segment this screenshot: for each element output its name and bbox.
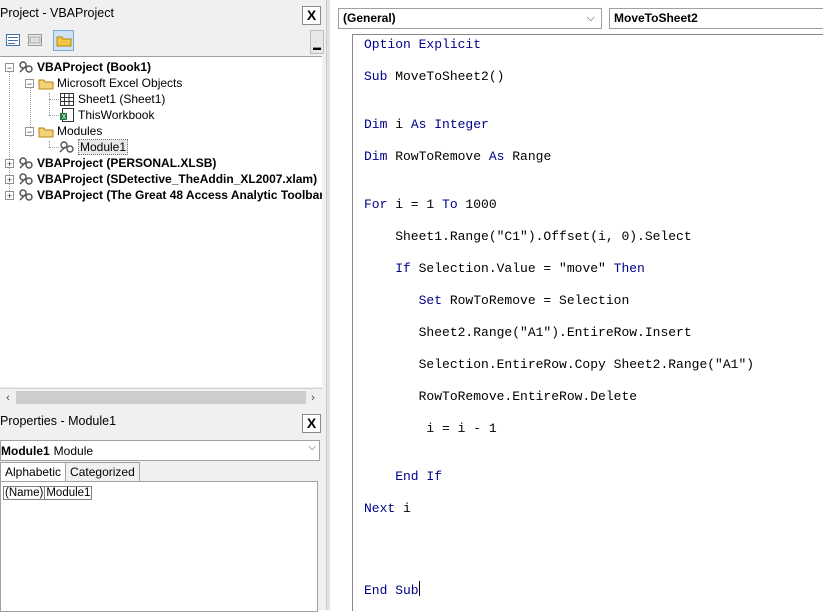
scroll-right-icon[interactable]: › — [306, 390, 320, 406]
tree-node-label: ThisWorkbook — [78, 108, 155, 122]
tree-node-label: VBAProject (Book1) — [37, 60, 152, 74]
code-line[interactable]: Dim i As Integer — [364, 117, 489, 133]
procedure-combo-value: MoveToSheet2 — [614, 11, 698, 25]
left-pane: Project - VBAProject X ▬ − VBAProject (B… — [0, 0, 326, 612]
project-tree-hscrollbar[interactable]: ‹ › — [0, 388, 322, 407]
tab-alphabetic[interactable]: Alphabetic — [0, 462, 67, 482]
property-row[interactable]: (Name) Module1 — [3, 486, 93, 500]
project-tree: − VBAProject (Book1) − Microsoft Excel O… — [0, 56, 322, 387]
object-combo[interactable]: (General) ⌵ — [338, 8, 602, 29]
tree-node-label: VBAProject (The Great 48 Access Analytic… — [37, 188, 322, 202]
code-line[interactable]: Next i — [364, 501, 411, 517]
code-line[interactable]: If Selection.Value = "move" Then — [364, 261, 645, 277]
tree-node-module1[interactable]: Module1 — [59, 139, 129, 155]
tree-node-great48[interactable]: + VBAProject (The Great 48 Access Analyt… — [5, 187, 322, 203]
project-explorer-close-button[interactable]: X — [302, 6, 321, 25]
sheet-icon — [59, 92, 75, 106]
tree-node-modules[interactable]: − Modules — [25, 123, 102, 139]
tree-connector — [49, 99, 59, 100]
project-icon — [18, 172, 34, 186]
scroll-thumb[interactable] — [16, 391, 306, 404]
properties-title: Properties - Module1 — [0, 414, 117, 428]
collapse-toggle[interactable]: − — [25, 126, 34, 136]
properties-close-button[interactable]: X — [302, 414, 321, 433]
property-name: (Name) — [3, 486, 46, 500]
project-icon — [18, 156, 34, 170]
folder-icon — [38, 76, 54, 90]
tab-categorized[interactable]: Categorized — [65, 462, 140, 481]
object-name: Module1 — [1, 443, 50, 458]
properties-object-select[interactable]: Module1 Module ⌵ — [0, 440, 320, 461]
expand-toggle[interactable]: + — [5, 174, 14, 184]
code-line[interactable]: Sub MoveToSheet2() — [364, 69, 504, 85]
project-icon — [18, 188, 34, 202]
object-combo-value: (General) — [343, 11, 396, 25]
expand-toggle[interactable]: + — [5, 190, 14, 200]
code-line[interactable]: Sheet2.Range("A1").EntireRow.Insert — [364, 325, 692, 341]
tree-node-sdetective[interactable]: + VBAProject (SDetective_TheAddin_XL2007… — [5, 171, 317, 187]
code-line[interactable]: Selection.EntireRow.Copy Sheet2.Range("A… — [364, 357, 754, 373]
tree-node-book1[interactable]: − VBAProject (Book1) — [5, 59, 151, 75]
tree-node-label: Module1 — [78, 139, 129, 155]
properties-tabs: Alphabetic Categorized — [0, 462, 140, 482]
text-cursor — [418, 581, 420, 596]
project-explorer-toolbar — [0, 28, 322, 54]
code-line[interactable]: i = i - 1 — [364, 421, 496, 437]
project-explorer-title: Project - VBAProject — [0, 6, 114, 20]
tree-node-sheet1[interactable]: Sheet1 (Sheet1) — [59, 91, 165, 107]
scroll-left-icon[interactable]: ‹ — [1, 390, 15, 406]
close-icon: X — [306, 7, 317, 23]
toggle-folders-icon — [56, 36, 71, 47]
module-icon — [59, 140, 75, 154]
view-object-icon — [28, 34, 42, 46]
tree-node-thisworkbook[interactable]: X ThisWorkbook — [59, 107, 154, 123]
tree-connector — [49, 93, 50, 115]
properties-titlebar: Properties - Module1 — [0, 410, 322, 432]
collapse-toggle[interactable]: − — [5, 62, 14, 72]
code-line[interactable]: RowToRemove.EntireRow.Delete — [364, 389, 637, 405]
close-icon: X — [306, 415, 317, 431]
chevron-down-icon[interactable]: ⌵ — [308, 442, 316, 453]
view-code-button[interactable] — [3, 30, 23, 50]
tree-node-excel-objects[interactable]: − Microsoft Excel Objects — [25, 75, 182, 91]
svg-text:X: X — [62, 113, 67, 121]
view-object-button[interactable] — [25, 30, 45, 50]
code-window: (General) ⌵ MoveToSheet2 Option Explicit… — [330, 0, 823, 611]
tree-connector — [49, 115, 59, 116]
code-line[interactable]: End Sub — [364, 581, 420, 598]
project-explorer-titlebar: Project - VBAProject — [0, 2, 322, 24]
folder-icon — [38, 124, 54, 138]
tree-node-label: VBAProject (PERSONAL.XLSB) — [37, 156, 217, 170]
toggle-folders-button[interactable] — [53, 30, 74, 51]
workbook-icon: X — [59, 108, 75, 122]
code-line[interactable]: Sheet1.Range("C1").Offset(i, 0).Select — [364, 229, 691, 245]
tree-node-personal[interactable]: + VBAProject (PERSONAL.XLSB) — [5, 155, 216, 171]
toolbar-overflow[interactable]: ▬ — [310, 30, 324, 54]
chevron-down-icon[interactable]: ⌵ — [587, 9, 595, 28]
view-code-icon — [6, 34, 20, 46]
tree-node-label: Microsoft Excel Objects — [57, 76, 183, 90]
code-line[interactable]: For i = 1 To 1000 — [364, 197, 497, 213]
code-line[interactable]: Set RowToRemove = Selection — [364, 293, 630, 309]
code-line[interactable]: Dim RowToRemove As Range — [364, 149, 551, 165]
properties-grid: (Name) Module1 — [0, 481, 318, 612]
procedure-combo[interactable]: MoveToSheet2 — [609, 8, 823, 29]
expand-toggle[interactable]: + — [5, 158, 14, 168]
tree-connector — [49, 147, 59, 148]
tree-node-label: VBAProject (SDetective_TheAddin_XL2007.x… — [37, 172, 318, 186]
project-icon — [18, 60, 34, 74]
margin-indicator-bar[interactable] — [330, 34, 352, 610]
property-value[interactable]: Module1 — [45, 486, 93, 500]
object-type: Module — [53, 443, 94, 458]
collapse-toggle[interactable]: − — [25, 78, 34, 88]
code-line[interactable]: Option Explicit — [364, 37, 481, 53]
tree-node-label: Sheet1 (Sheet1) — [78, 92, 166, 106]
code-line[interactable]: End If — [364, 469, 442, 485]
tree-node-label: Modules — [57, 124, 103, 138]
